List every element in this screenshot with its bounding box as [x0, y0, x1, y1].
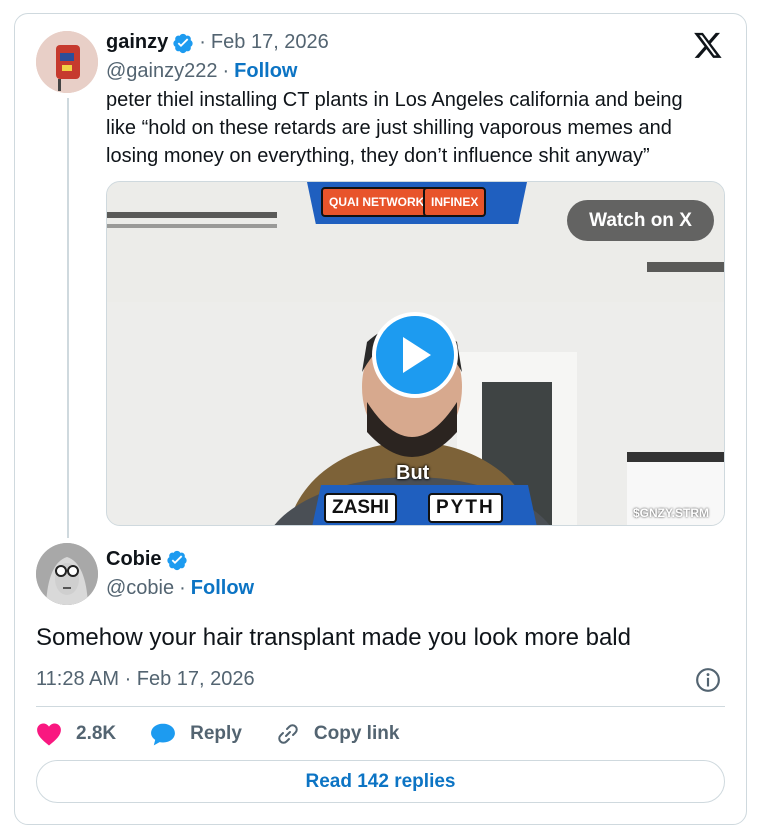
- sponsor-banner-top: QUAI NETWORK INFINEX: [307, 182, 527, 224]
- x-logo-icon[interactable]: [693, 30, 723, 60]
- video-player[interactable]: QUAI NETWORK INFINEX Watch on X But ZASH…: [106, 181, 725, 526]
- parent-tweet-text: peter thiel installing CT plants in Los …: [106, 89, 683, 167]
- parent-author-row: gainzy · Feb 17, 2026: [106, 31, 329, 54]
- follow-button[interactable]: Follow: [191, 577, 254, 600]
- avatar[interactable]: [36, 31, 98, 93]
- verified-badge-icon: [166, 550, 187, 570]
- watch-on-x-button[interactable]: Watch on X: [567, 200, 714, 241]
- divider: [36, 706, 725, 707]
- like-count: 2.8K: [76, 723, 117, 744]
- reply-handle-row: @cobie · Follow: [106, 577, 254, 600]
- reply-label: Reply: [190, 723, 242, 744]
- verified-badge-icon: [173, 33, 193, 53]
- play-icon: [403, 337, 431, 373]
- reply-button[interactable]: Reply: [150, 722, 242, 746]
- sponsor-tag: INFINEX: [423, 187, 487, 217]
- follow-button[interactable]: Follow: [234, 60, 297, 83]
- copy-link-button[interactable]: Copy link: [276, 722, 400, 746]
- thread-connector-line: [67, 98, 69, 538]
- copy-link-label: Copy link: [313, 723, 400, 744]
- info-icon[interactable]: [695, 667, 721, 693]
- author-name[interactable]: gainzy: [106, 31, 168, 54]
- author-handle[interactable]: @gainzy222: [106, 60, 217, 83]
- post-timestamp[interactable]: 11:28 AM · Feb 17, 2026: [36, 668, 255, 691]
- reply-author-row: Cobie: [106, 548, 188, 571]
- sponsor-tag: QUAI NETWORK: [321, 187, 433, 217]
- separator-dot: ·: [199, 31, 206, 53]
- avatar[interactable]: [36, 543, 98, 605]
- post-date[interactable]: Feb 17, 2026: [211, 31, 329, 54]
- video-caption: But: [396, 462, 430, 484]
- read-replies-button[interactable]: Read 142 replies: [36, 760, 725, 803]
- link-icon: [278, 724, 298, 744]
- separator-dot: ·: [222, 60, 230, 82]
- video-watermark: $GNZY.STRM: [633, 506, 710, 520]
- sponsor-tag: ZASHI: [324, 493, 397, 523]
- author-name[interactable]: Cobie: [106, 548, 162, 571]
- sponsor-tag: PYTH: [428, 493, 503, 523]
- separator-dot: ·: [179, 577, 186, 599]
- sponsor-banner-bottom: ZASHI PYTH: [312, 485, 537, 525]
- action-bar: 2.8K Reply Copy link: [36, 718, 433, 750]
- author-handle[interactable]: @cobie: [106, 577, 174, 600]
- heart-icon: [37, 723, 61, 746]
- reply-bubble-icon: [151, 723, 176, 746]
- play-button[interactable]: [372, 312, 458, 398]
- like-button[interactable]: 2.8K: [36, 722, 116, 746]
- reply-tweet-text: Somehow your hair transplant made you lo…: [36, 624, 631, 651]
- parent-handle-row: @gainzy222 · Follow: [106, 60, 297, 83]
